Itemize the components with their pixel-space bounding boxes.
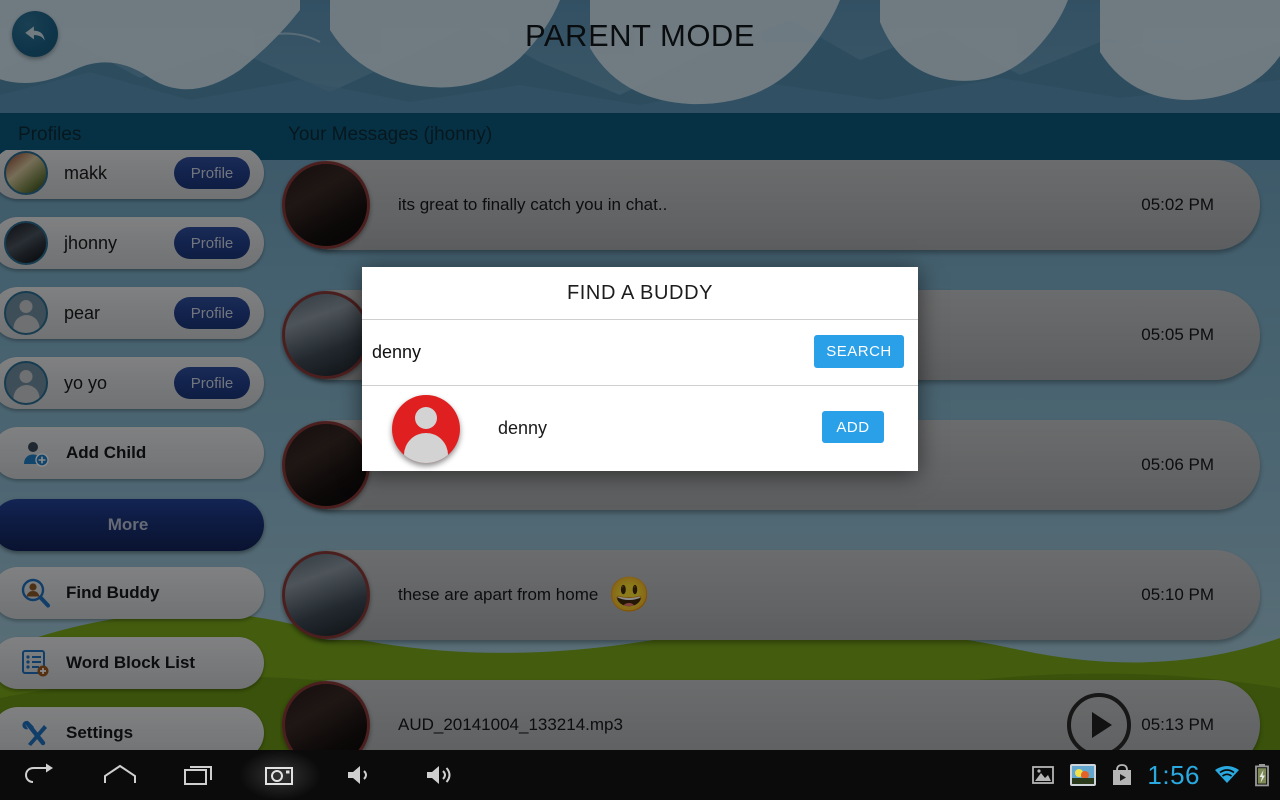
status-clock: 1:56 [1147, 759, 1200, 790]
nav-buttons [0, 750, 480, 800]
search-input[interactable] [370, 341, 794, 364]
camera-screenshot-icon[interactable] [240, 750, 320, 800]
avatar [392, 394, 460, 463]
battery-charging-icon [1254, 763, 1270, 787]
wifi-icon [1214, 764, 1240, 786]
dialog-title: FIND A BUDDY [566, 281, 714, 304]
search-result-row[interactable]: denny ADD [362, 386, 918, 471]
image-icon[interactable] [1031, 764, 1055, 786]
status-icons: 1:56 [1031, 750, 1270, 800]
volume-down-icon[interactable] [320, 750, 400, 800]
dialog-search-row: SEARCH [362, 320, 918, 385]
add-button[interactable]: ADD [822, 411, 884, 443]
recent-apps-icon[interactable] [160, 750, 240, 800]
gallery-icon[interactable] [1069, 762, 1097, 788]
search-button[interactable]: SEARCH [814, 335, 904, 368]
back-icon[interactable] [0, 750, 80, 800]
find-buddy-dialog: FIND A BUDDY SEARCH denny ADD [362, 267, 918, 471]
volume-up-icon[interactable] [400, 750, 480, 800]
home-icon[interactable] [80, 750, 160, 800]
system-navigation-bar: 1:56 [0, 750, 1280, 800]
play-store-icon[interactable] [1111, 763, 1133, 787]
app-root: PARENT MODE Profiles Your Messages (jhon… [0, 0, 1280, 800]
